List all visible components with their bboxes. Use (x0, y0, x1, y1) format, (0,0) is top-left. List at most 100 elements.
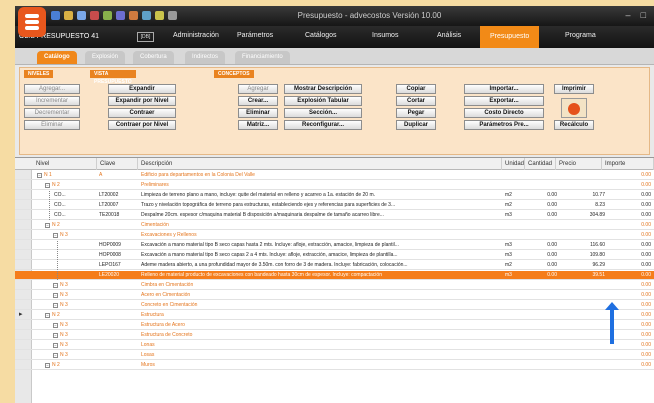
pegar-button[interactable]: Pegar (396, 108, 436, 118)
cell-importe[interactable]: 0.00 (607, 201, 651, 210)
tab-financiamiento[interactable]: Financiamiento (235, 51, 290, 64)
cell-precio[interactable] (563, 331, 605, 340)
cell-cantidad[interactable]: 0.00 (527, 211, 557, 220)
cell-precio[interactable] (563, 361, 605, 370)
agregar-nivel-button[interactable]: Agregar... (24, 84, 80, 94)
cell-cantidad[interactable]: 0.00 (527, 201, 557, 210)
cell-importe[interactable]: 0.00 (607, 221, 651, 230)
cell-cantidad[interactable] (527, 181, 557, 190)
concept-row[interactable]: HOP0008 Excavación a mano material tipo B… (15, 251, 654, 260)
cell-nivel[interactable]: N 2 (52, 181, 100, 190)
cell-desc[interactable]: Muros (141, 361, 503, 370)
collapse-icon[interactable]: − (53, 353, 58, 358)
chapter-row[interactable]: − N 2 Preliminares 0.00 (15, 181, 654, 190)
cell-precio[interactable]: 116.60 (563, 241, 605, 250)
cell-precio[interactable] (563, 341, 605, 350)
incrementar-button[interactable]: Incrementar (24, 96, 80, 106)
cell-unidad[interactable] (505, 361, 525, 370)
eliminar-nivel-button[interactable]: Eliminar (24, 120, 80, 130)
col-nivel[interactable]: Nivel (15, 158, 97, 170)
importar-button[interactable]: Importar... (464, 84, 544, 94)
cell-clave[interactable] (99, 291, 139, 300)
collapse-icon[interactable]: − (53, 293, 58, 298)
cell-cantidad[interactable] (527, 281, 557, 290)
collapse-icon[interactable]: − (45, 313, 50, 318)
cell-importe[interactable]: 0.00 (607, 231, 651, 240)
cell-nivel[interactable]: N 3 (60, 301, 100, 310)
col-precio[interactable]: Precio (556, 158, 602, 170)
cell-nivel[interactable] (62, 261, 94, 270)
cell-desc[interactable]: Estructura de Acero (141, 321, 503, 330)
minimize-button[interactable]: – (626, 10, 631, 20)
cell-desc[interactable]: Losas (141, 351, 503, 360)
cell-clave[interactable]: LE20020 (99, 271, 139, 280)
contraer-por-nivel-button[interactable]: Contraer por Nivel (108, 120, 176, 130)
collapse-icon[interactable]: − (53, 333, 58, 338)
chapter-row[interactable]: − N 3 Lonas 0.00 (15, 341, 654, 350)
cell-clave[interactable] (99, 351, 139, 360)
col-descripcion[interactable]: Descripción (138, 158, 502, 170)
explosion-tabular-button[interactable]: Explosión Tabular (284, 96, 362, 106)
cell-desc[interactable]: Lonas (141, 341, 503, 350)
cell-desc[interactable]: Concreto en Cimentación (141, 301, 503, 310)
cell-cantidad[interactable]: 0.00 (527, 261, 557, 270)
cell-nivel[interactable]: N 3 (60, 341, 100, 350)
concept-row[interactable]: CO... LT20002 Limpieza de terreno plano a … (15, 191, 654, 200)
collapse-icon[interactable]: − (53, 233, 58, 238)
cell-cantidad[interactable]: 0.00 (527, 251, 557, 260)
concept-row[interactable]: LEPO167 Ademe madera abierto, a una profu… (15, 261, 654, 270)
app-logo-icon[interactable] (18, 7, 46, 37)
cell-desc[interactable]: Excavación a mano material tipo B seco c… (141, 241, 503, 250)
cell-clave[interactable] (99, 321, 139, 330)
cell-desc[interactable]: Limpieza de terreno plano a mano, incluy… (141, 191, 503, 200)
cell-precio[interactable]: 8.23 (563, 201, 605, 210)
col-unidad[interactable]: Unidad (502, 158, 525, 170)
cell-desc[interactable]: Trazo y nivelación topográfica de terren… (141, 201, 503, 210)
cell-clave[interactable]: A (99, 171, 139, 180)
cell-unidad[interactable] (505, 291, 525, 300)
cell-desc[interactable]: Relleno de material producto de excavaci… (141, 271, 503, 280)
cell-precio[interactable]: 109.80 (563, 251, 605, 260)
cell-precio[interactable] (563, 231, 605, 240)
cell-cantidad[interactable] (527, 321, 557, 330)
cell-nivel[interactable]: N 3 (60, 321, 100, 330)
cell-precio[interactable]: 39.51 (563, 271, 605, 280)
cell-importe[interactable]: 0.00 (607, 241, 651, 250)
cell-nivel[interactable]: N 3 (60, 291, 100, 300)
cell-clave[interactable] (99, 361, 139, 370)
cell-precio[interactable] (563, 301, 605, 310)
cell-desc[interactable]: Cimbra en Cimentación (141, 281, 503, 290)
parametros-presupuesto-button[interactable]: Parámetros Pre... (464, 120, 544, 130)
mostrar-descripcion-button[interactable]: Mostrar Descripción (284, 84, 362, 94)
cell-importe[interactable]: 0.00 (607, 251, 651, 260)
cell-importe[interactable]: 0.00 (607, 281, 651, 290)
tab-explosion[interactable]: Explosión (85, 51, 126, 64)
concept-row[interactable]: CO... LT20007 Trazo y nivelación topográfi… (15, 201, 654, 210)
cell-desc[interactable]: Ademe madera abierto, a una profundidad … (141, 261, 503, 270)
cell-unidad[interactable] (505, 181, 525, 190)
menu-programa[interactable]: Programa (565, 32, 596, 39)
cell-cantidad[interactable] (527, 171, 557, 180)
cell-unidad[interactable] (505, 321, 525, 330)
cell-cantidad[interactable] (527, 221, 557, 230)
cell-importe[interactable]: 0.00 (607, 211, 651, 220)
cell-cantidad[interactable] (527, 301, 557, 310)
cell-clave[interactable]: HOP0008 (99, 251, 139, 260)
cell-clave[interactable]: TE20018 (99, 211, 139, 220)
cell-cantidad[interactable]: 0.00 (527, 241, 557, 250)
costo-directo-button[interactable]: Costo Directo (464, 108, 544, 118)
tab-cobertura[interactable]: Cobertura (133, 51, 174, 64)
cell-unidad[interactable] (505, 341, 525, 350)
menu-insumos[interactable]: Insumos (372, 32, 398, 39)
reconfigurar-button[interactable]: Reconfigurar... (284, 120, 362, 130)
collapse-icon[interactable]: − (45, 223, 50, 228)
cell-unidad[interactable] (505, 231, 525, 240)
cell-unidad[interactable]: m3 (505, 251, 525, 260)
cell-precio[interactable] (563, 171, 605, 180)
cell-nivel[interactable]: N 3 (60, 331, 100, 340)
cell-precio[interactable]: 10.77 (563, 191, 605, 200)
cell-cantidad[interactable] (527, 311, 557, 320)
cell-unidad[interactable]: m3 (505, 241, 525, 250)
cell-nivel[interactable]: N 2 (52, 361, 100, 370)
cell-nivel[interactable] (62, 241, 94, 250)
